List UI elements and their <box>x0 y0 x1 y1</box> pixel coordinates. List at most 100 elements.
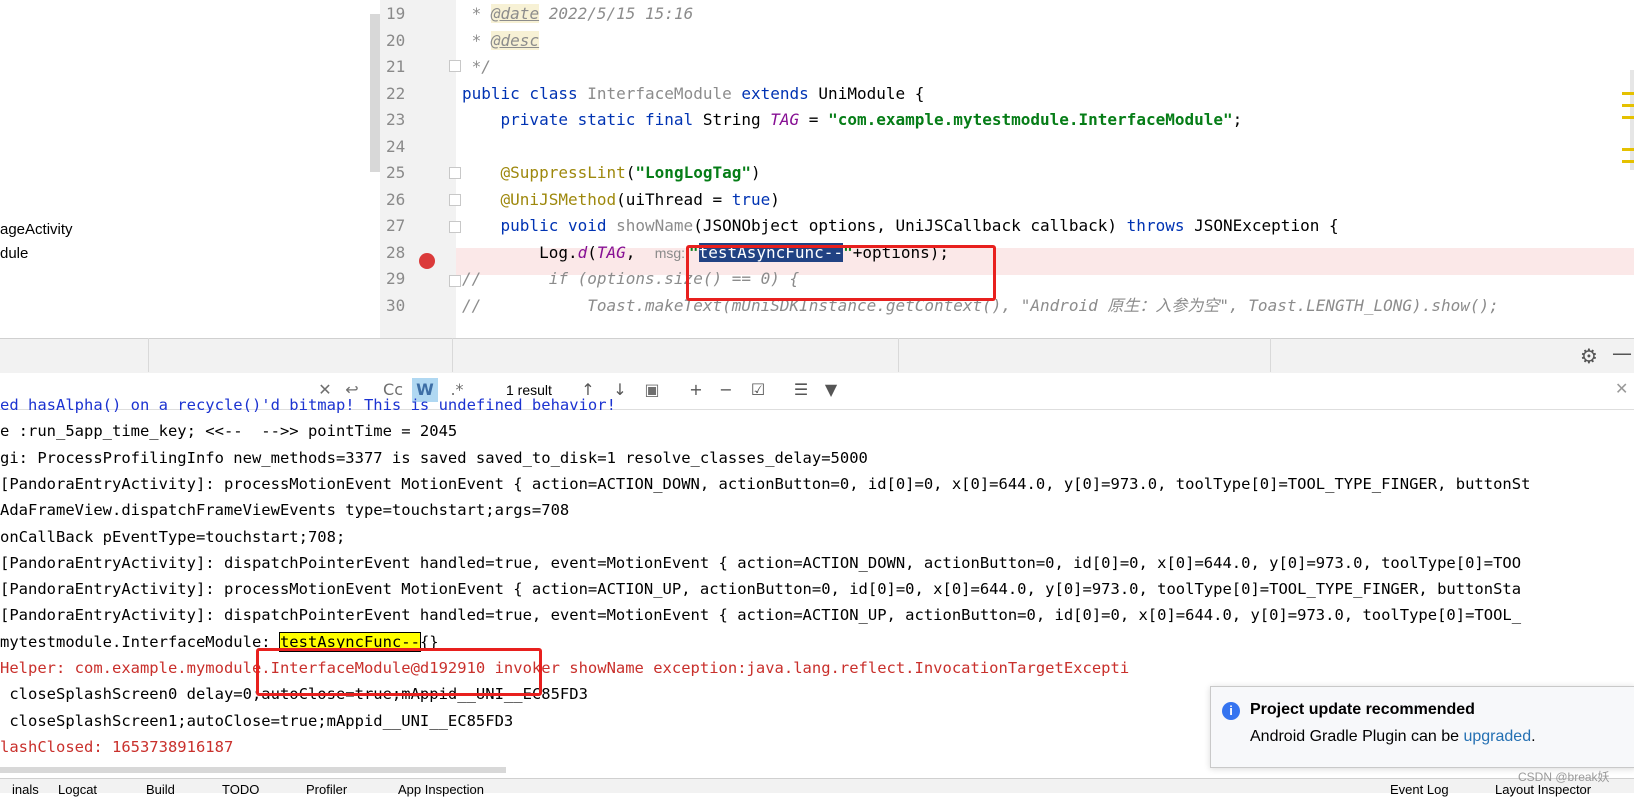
editor-scrollbar[interactable] <box>1630 70 1634 170</box>
fold-icon[interactable] <box>449 221 461 233</box>
log-text: lashClosed: 1653738916187 <box>0 737 234 756</box>
info-icon: i <box>1222 702 1240 720</box>
code-token: true <box>731 189 771 209</box>
code-token: InterfaceModule <box>587 83 742 103</box>
fold-icon[interactable] <box>449 194 461 206</box>
notification-body-suffix: . <box>1531 728 1536 745</box>
notification-body-text: Android Gradle Plugin can be <box>1250 728 1464 745</box>
line-number: 26 <box>386 189 406 209</box>
remove-occurrence-icon[interactable]: − <box>714 378 738 402</box>
log-text: ed hasAlpha() on a recycle()'d bitmap! T… <box>0 396 616 414</box>
code-token: showName <box>616 216 694 235</box>
code-token: public class <box>462 83 588 103</box>
code-token: ) <box>751 163 761 182</box>
tool-tab-build[interactable]: Build <box>146 782 175 797</box>
code-token: UniModule { <box>818 83 925 103</box>
code-token: throws <box>1126 216 1195 235</box>
code-token: extends <box>741 83 819 103</box>
error-stripe-marker[interactable] <box>1622 148 1634 151</box>
fold-icon[interactable] <box>449 275 461 287</box>
log-line[interactable]: Helper: com.example.mymodule.InterfaceMo… <box>0 655 1129 682</box>
code-token: public void <box>462 216 617 235</box>
log-line[interactable]: [PandoraEntryActivity]: processMotionEve… <box>0 471 1530 498</box>
log-text: Helper: com.example.mymodule.InterfaceMo… <box>0 659 1130 677</box>
logcat-header <box>0 338 1634 374</box>
project-tree-item[interactable]: dule <box>0 245 28 262</box>
line-number: 28 <box>386 242 406 262</box>
header-divider <box>898 338 899 372</box>
log-text: [PandoraEntryActivity]: dispatchPointerE… <box>0 553 1522 572</box>
log-text: gi: ProcessProfilingInfo new_methods=337… <box>0 448 868 467</box>
log-horizontal-scrollbar[interactable] <box>0 767 506 773</box>
code-token: (JSONObject options, UniJSCallback callb… <box>693 216 1127 235</box>
tool-tab-todo[interactable]: TODO <box>222 782 259 797</box>
log-line[interactable]: gi: ProcessProfilingInfo new_methods=337… <box>0 445 868 472</box>
project-scrollbar[interactable] <box>370 14 380 172</box>
tool-tab-profiler[interactable]: Profiler <box>306 782 347 797</box>
filter-lines-icon[interactable]: ☰ <box>790 378 812 402</box>
code-line[interactable]: @SuppressLint("LongLogTag") <box>462 159 761 186</box>
code-token: * <box>462 30 491 50</box>
funnel-icon[interactable]: ▼ <box>820 378 842 402</box>
code-token: ( <box>587 242 597 262</box>
line-number: 22 <box>386 83 406 103</box>
project-tree-item[interactable]: ageActivity <box>0 221 73 238</box>
code-line[interactable]: public void showName(JSONObject options,… <box>462 212 1339 239</box>
log-text: [PandoraEntryActivity]: processMotionEve… <box>0 474 1531 493</box>
log-line[interactable]: ed hasAlpha() on a recycle()'d bitmap! T… <box>0 392 616 419</box>
error-stripe-marker[interactable] <box>1622 116 1634 119</box>
code-line[interactable]: * @date 2022/5/15 15:16 <box>462 0 693 27</box>
close-search-icon[interactable]: ✕ <box>1615 379 1628 398</box>
tool-tab-app-inspection[interactable]: App Inspection <box>398 782 484 797</box>
select-occurrences-icon[interactable]: ☑ <box>746 378 770 402</box>
log-line[interactable]: [PandoraEntryActivity]: dispatchPointerE… <box>0 550 1521 577</box>
code-line[interactable]: @UniJSMethod(uiThread = true) <box>462 186 780 213</box>
code-token: @date <box>490 4 540 23</box>
code-line[interactable]: public class InterfaceModule extends Uni… <box>462 80 924 107</box>
code-token: @UniJSMethod <box>462 189 617 209</box>
notification-balloon[interactable] <box>1210 686 1634 768</box>
log-line[interactable]: AdaFrameView.dispatchFrameViewEvents typ… <box>0 497 569 524</box>
select-all-icon[interactable]: ▣ <box>642 378 662 402</box>
minimize-icon[interactable]: — <box>1612 341 1632 365</box>
error-stripe-marker[interactable] <box>1622 104 1634 107</box>
log-line[interactable]: [PandoraEntryActivity]: dispatchPointerE… <box>0 602 1521 629</box>
code-token: "LongLogTag" <box>635 163 751 182</box>
add-occurrence-icon[interactable]: + <box>684 378 708 402</box>
notification-body: Android Gradle Plugin can be upgraded. <box>1250 728 1536 746</box>
line-number: 27 <box>386 216 406 235</box>
code-token: (uiThread = <box>616 189 732 209</box>
code-line[interactable]: * @desc <box>462 27 540 54</box>
log-text: e :run_5app_time_key; <<-- -->> pointTim… <box>0 422 458 441</box>
upgrade-link[interactable]: upgraded <box>1463 728 1531 745</box>
fold-icon[interactable] <box>449 167 461 179</box>
header-divider <box>148 338 149 372</box>
code-token: 2022/5/15 15:16 <box>539 4 694 23</box>
project-panel: ageActivity dule <box>0 0 372 338</box>
log-line[interactable]: closeSplashScreen1;autoClose=true;mAppid… <box>0 708 513 735</box>
line-number: 19 <box>386 4 406 23</box>
log-line[interactable]: [PandoraEntryActivity]: processMotionEve… <box>0 576 1521 603</box>
gear-icon[interactable]: ⚙ <box>1580 344 1598 368</box>
error-stripe-marker[interactable] <box>1622 92 1634 95</box>
line-number: 23 <box>386 110 406 129</box>
line-number: 25 <box>386 163 406 182</box>
breakpoint-icon[interactable] <box>419 253 435 269</box>
code-token: = <box>799 110 829 129</box>
code-token: */ <box>462 57 491 76</box>
log-line[interactable]: onCallBack pEventType=touchstart;708; <box>0 524 345 551</box>
log-line[interactable]: lashClosed: 1653738916187 <box>0 734 233 761</box>
watermark: CSDN @break妖 <box>1518 770 1610 784</box>
tool-tab-terminal[interactable]: inals <box>12 782 39 797</box>
log-text: mytestmodule.InterfaceModule: <box>0 632 280 651</box>
code-line[interactable]: private static final String TAG = "com.e… <box>462 106 1243 133</box>
code-line[interactable]: */ <box>462 53 491 80</box>
code-token: TAG <box>596 242 626 262</box>
line-number: 30 <box>386 295 406 315</box>
error-stripe-marker[interactable] <box>1622 160 1634 163</box>
code-token: ; <box>1232 110 1243 129</box>
tool-tab-logcat[interactable]: Logcat <box>58 782 97 797</box>
fold-icon[interactable] <box>449 60 461 72</box>
log-line[interactable]: e :run_5app_time_key; <<-- -->> pointTim… <box>0 418 457 445</box>
tool-tab-event-log[interactable]: Event Log <box>1390 782 1449 797</box>
